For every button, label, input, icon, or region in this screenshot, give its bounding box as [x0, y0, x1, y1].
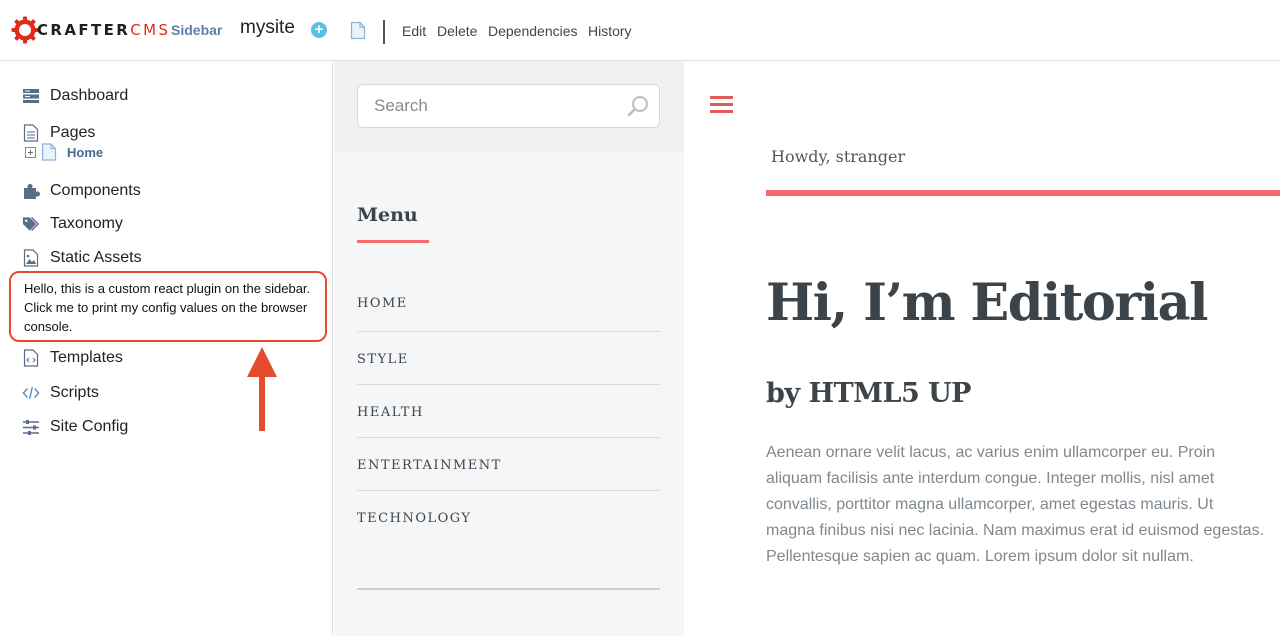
menu-list: HOME STYLE HEALTH ENTERTAINMENT TECHNOLO…	[357, 277, 660, 544]
site-preview: Howdy, stranger Hi, I’m Editorial by HTM…	[685, 61, 1280, 636]
hamburger-menu-icon[interactable]	[710, 96, 733, 117]
sidebar-item-site-config[interactable]: Site Config	[22, 416, 128, 438]
top-bar: CRAFTERCMS Sidebar mysite + Edit Delete …	[0, 0, 1280, 61]
site-name[interactable]: mysite	[240, 17, 295, 39]
menu-divider	[357, 588, 660, 590]
code-file-icon	[22, 349, 40, 367]
tree-item-home[interactable]: Home	[25, 143, 103, 161]
sidebar-item-label: Scripts	[50, 384, 99, 401]
sidebar-item-scripts[interactable]: Scripts	[22, 382, 99, 404]
sidebar-item-components[interactable]: Components	[22, 180, 141, 202]
sidebar-item-static-assets[interactable]: Static Assets	[22, 247, 142, 269]
search-input[interactable]	[374, 96, 614, 116]
logo-text-cms: CMS	[130, 21, 171, 39]
search-area	[334, 61, 684, 153]
site-menu-panel: Menu HOME STYLE HEALTH ENTERTAINMENT TEC…	[334, 61, 684, 636]
sidebar-item-pages[interactable]: Pages	[22, 122, 95, 144]
menu-item-style[interactable]: STYLE	[357, 332, 660, 385]
annotation-arrow-icon	[247, 347, 277, 431]
tags-icon	[22, 215, 40, 233]
expand-plus-icon[interactable]	[25, 146, 36, 158]
menu-item-home[interactable]: HOME	[357, 277, 660, 332]
add-site-plus-icon[interactable]: +	[311, 22, 327, 38]
sidebar-item-label: Dashboard	[50, 87, 129, 104]
sidebar-item-label: Static Assets	[50, 249, 142, 266]
sidebar-item-label: Pages	[50, 124, 96, 141]
code-icon	[22, 384, 40, 402]
greeting-text: Howdy, stranger	[771, 147, 906, 166]
dashboard-icon	[22, 87, 40, 105]
menu-item-entertainment[interactable]: ENTERTAINMENT	[357, 438, 660, 491]
menu-title-underline	[357, 240, 429, 243]
page-icon[interactable]	[350, 21, 366, 40]
search-box[interactable]	[357, 84, 660, 128]
hero-subtitle: by HTML5 UP	[766, 378, 971, 409]
search-icon[interactable]	[627, 95, 649, 117]
page-icon	[41, 143, 57, 161]
sidebar-item-dashboard[interactable]: Dashboard	[22, 85, 128, 107]
gear-logo-icon	[11, 16, 39, 44]
sidebar-item-label: Components	[50, 182, 141, 199]
puzzle-icon	[22, 182, 40, 200]
tree-item-label: Home	[67, 144, 104, 160]
sidebar: Dashboard Pages Home Components Taxonomy…	[0, 61, 333, 636]
sidebar-item-label: Templates	[50, 349, 123, 366]
logo-text-crafter: CRAFTER	[37, 21, 131, 39]
dependencies-button[interactable]: Dependencies	[488, 23, 578, 39]
sliders-icon	[22, 418, 40, 436]
sidebar-item-templates[interactable]: Templates	[22, 347, 123, 369]
header-accent-bar	[766, 190, 1280, 196]
logo-text: CRAFTERCMS	[37, 21, 170, 39]
hero-body-text: Aenean ornare velit lacus, ac varius eni…	[766, 444, 1265, 565]
edit-button[interactable]: Edit	[402, 23, 426, 39]
delete-button[interactable]: Delete	[437, 23, 477, 39]
menu-item-health[interactable]: HEALTH	[357, 385, 660, 438]
sidebar-item-label: Taxonomy	[50, 215, 123, 232]
toolbar-divider	[383, 20, 385, 44]
sidebar-item-label: Site Config	[50, 418, 129, 435]
history-button[interactable]: History	[588, 23, 632, 39]
menu-item-technology[interactable]: TECHNOLOGY	[357, 491, 660, 544]
menu-title: Menu	[357, 204, 418, 226]
custom-plugin-widget[interactable]: Hello, this is a custom react plugin on …	[9, 271, 327, 342]
hero-title: Hi, I’m Editorial	[766, 273, 1209, 333]
crafter-logo[interactable]: CRAFTERCMS	[10, 13, 170, 47]
pages-icon	[22, 124, 40, 142]
image-icon	[22, 249, 40, 267]
sidebar-toggle-button[interactable]: Sidebar	[171, 22, 222, 38]
sidebar-item-taxonomy[interactable]: Taxonomy	[22, 213, 123, 235]
